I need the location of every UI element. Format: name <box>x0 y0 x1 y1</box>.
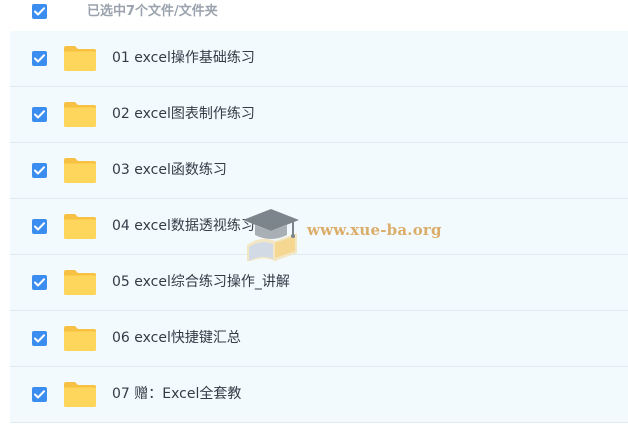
list-item[interactable]: 04 excel数据透视练习 <box>10 199 628 255</box>
folder-icon <box>64 382 96 407</box>
list-item[interactable]: 06 excel快捷键汇总 <box>10 311 628 367</box>
item-checkbox[interactable] <box>32 51 47 66</box>
checkmark-icon <box>34 110 45 119</box>
checkmark-icon <box>34 166 45 175</box>
item-checkbox[interactable] <box>32 107 47 122</box>
checkmark-icon <box>34 222 45 231</box>
folder-icon <box>64 102 96 127</box>
file-name[interactable]: 07 赠：Excel全套教 <box>112 385 241 403</box>
file-name[interactable]: 03 excel函数练习 <box>112 161 227 179</box>
list-item[interactable]: 01 excel操作基础练习 <box>10 31 628 87</box>
list-item[interactable]: 07 赠：Excel全套教 <box>10 367 628 423</box>
file-list-panel: 已选中7个文件/文件夹 01 excel操作基础练习 02 excel图表制作练… <box>0 0 628 435</box>
file-name[interactable]: 02 excel图表制作练习 <box>112 105 255 123</box>
selection-header: 已选中7个文件/文件夹 <box>0 0 628 28</box>
list-item[interactable]: 05 excel综合练习操作_讲解 <box>10 255 628 311</box>
checkmark-icon <box>34 7 45 16</box>
checkmark-icon <box>34 334 45 343</box>
folder-icon <box>64 214 96 239</box>
checkmark-icon <box>34 54 45 63</box>
file-name[interactable]: 06 excel快捷键汇总 <box>112 329 241 347</box>
folder-icon <box>64 326 96 351</box>
folder-icon <box>64 46 96 71</box>
list-item[interactable]: 02 excel图表制作练习 <box>10 87 628 143</box>
folder-icon <box>64 270 96 295</box>
list-item[interactable]: 03 excel函数练习 <box>10 143 628 199</box>
item-checkbox[interactable] <box>32 387 47 402</box>
selection-count-text: 已选中7个文件/文件夹 <box>87 4 218 19</box>
item-checkbox[interactable] <box>32 219 47 234</box>
file-name[interactable]: 04 excel数据透视练习 <box>112 217 255 235</box>
checkmark-icon <box>34 278 45 287</box>
checkmark-icon <box>34 390 45 399</box>
file-name[interactable]: 01 excel操作基础练习 <box>112 49 255 67</box>
select-all-checkbox[interactable] <box>32 4 47 19</box>
file-list: 01 excel操作基础练习 02 excel图表制作练习 03 excel函数… <box>10 31 628 423</box>
item-checkbox[interactable] <box>32 163 47 178</box>
item-checkbox[interactable] <box>32 331 47 346</box>
file-name[interactable]: 05 excel综合练习操作_讲解 <box>112 273 290 291</box>
folder-icon <box>64 158 96 183</box>
item-checkbox[interactable] <box>32 275 47 290</box>
